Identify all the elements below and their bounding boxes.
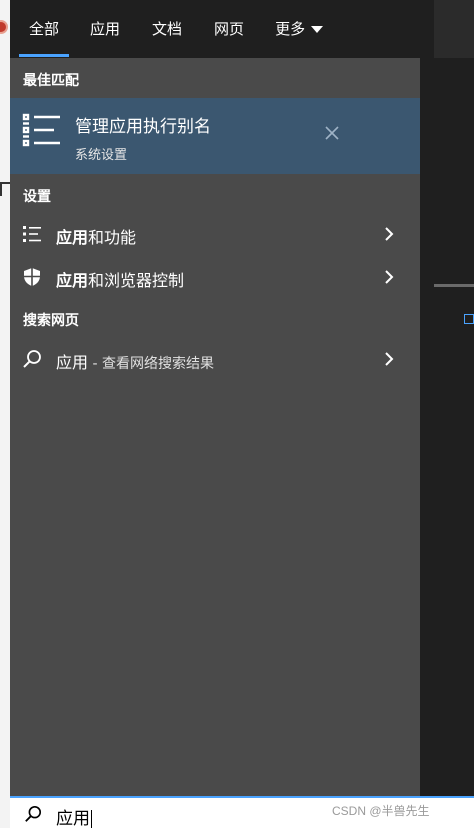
shield-icon xyxy=(24,268,40,286)
tab-all-label: 全部 xyxy=(29,20,60,38)
background-window-body xyxy=(434,58,474,796)
search-icon xyxy=(23,350,41,368)
text-cursor xyxy=(91,810,92,828)
list-icon xyxy=(23,226,41,242)
chevron-right-icon xyxy=(385,270,394,284)
section-best-match: 最佳匹配 xyxy=(23,73,79,89)
tab-apps[interactable]: 应用 xyxy=(90,0,120,58)
section-search-web: 搜索网页 xyxy=(23,313,79,329)
result-web-search[interactable]: 应用 - 查看网络搜索结果 xyxy=(10,339,420,379)
list-settings-icon xyxy=(22,113,60,147)
web-suffix: - 查看网络搜索结果 xyxy=(88,356,214,372)
best-match-item[interactable]: 管理应用执行别名 系统设置 xyxy=(10,98,420,174)
tab-web-label: 网页 xyxy=(214,20,245,38)
result-web-search-label: 应用 - 查看网络搜索结果 xyxy=(56,349,214,373)
best-match-title: 管理应用执行别名 xyxy=(75,117,211,137)
tab-web[interactable]: 网页 xyxy=(214,0,244,58)
tab-all[interactable]: 全部 xyxy=(18,0,70,58)
result-apps-and-features-label: 应用和功能 xyxy=(56,224,136,248)
background-divider xyxy=(434,284,474,287)
label-highlight: 应用 xyxy=(56,228,89,247)
search-scope-tabs: 全部 应用 文档 网页 更多 xyxy=(10,0,420,58)
background-checkbox-icon xyxy=(464,314,474,324)
search-icon xyxy=(25,805,42,822)
watermark: CSDN @半兽先生 xyxy=(332,804,430,818)
search-results: 最佳匹配 管理应用执行别名 系统设置 设置 应用和功能 应用和浏览器控制 搜索网… xyxy=(10,58,420,796)
result-app-browser-control-label: 应用和浏览器控制 xyxy=(56,267,184,291)
label-rest: 和浏览器控制 xyxy=(88,271,185,290)
label-rest: 和功能 xyxy=(88,228,137,247)
best-match-subtitle: 系统设置 xyxy=(75,148,128,163)
chevron-right-icon xyxy=(385,227,394,241)
search-input[interactable]: 应用 xyxy=(56,804,92,828)
close-icon[interactable] xyxy=(323,124,341,142)
section-settings: 设置 xyxy=(23,189,51,205)
web-query: 应用 xyxy=(56,353,89,372)
chevron-right-icon xyxy=(385,352,394,366)
search-input-value: 应用 xyxy=(56,809,90,828)
screen: 全部 应用 文档 网页 更多 最佳匹配 管理应用执行别名 系统设置 设置 应用和… xyxy=(0,0,474,828)
tab-documents-label: 文档 xyxy=(152,20,183,38)
caret-down-icon xyxy=(311,26,324,33)
app-logo-icon xyxy=(0,20,8,34)
tab-more[interactable]: 更多 xyxy=(275,0,324,58)
result-app-browser-control[interactable]: 应用和浏览器控制 xyxy=(10,257,420,297)
label-highlight: 应用 xyxy=(56,271,89,290)
tab-apps-label: 应用 xyxy=(90,20,121,38)
background-app-edge xyxy=(0,0,10,828)
tab-documents[interactable]: 文档 xyxy=(152,0,182,58)
tab-more-label: 更多 xyxy=(275,20,306,38)
result-apps-and-features[interactable]: 应用和功能 xyxy=(10,214,420,254)
background-fragment xyxy=(0,182,10,196)
